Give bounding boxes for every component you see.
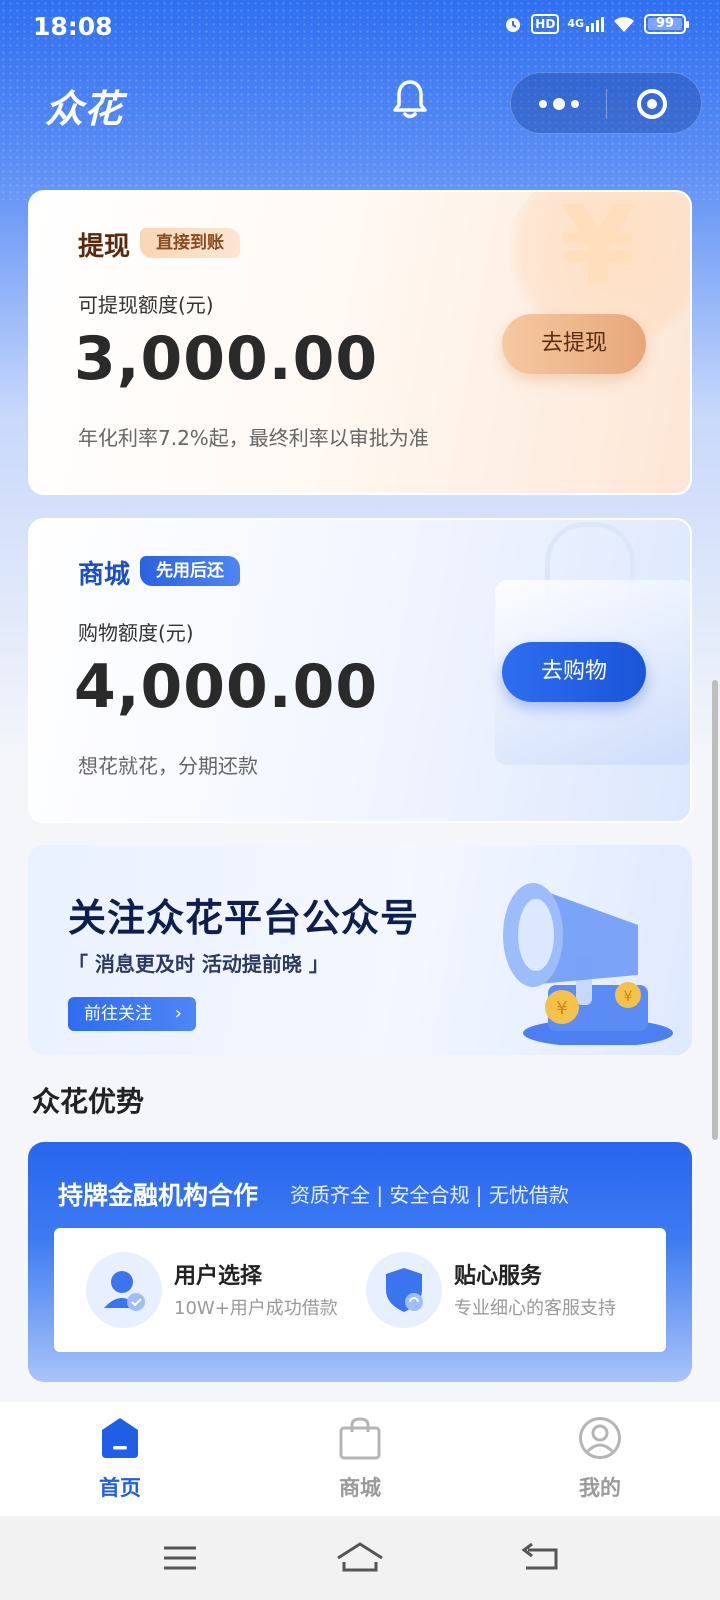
target-icon[interactable]	[637, 89, 667, 119]
mall-note: 想花就花，分期还款	[78, 754, 258, 778]
withdraw-limit-label: 可提现额度(元)	[78, 293, 214, 317]
page-scrollbar[interactable]	[712, 680, 718, 1140]
shopping-limit-label: 购物额度(元)	[78, 621, 194, 645]
shopping-bag-icon	[339, 1417, 381, 1460]
svg-text:¥: ¥	[556, 998, 567, 1019]
advantages-title: 持牌金融机构合作	[58, 1181, 259, 1210]
feature-title-service: 贴心服务	[454, 1264, 543, 1289]
hd-badge: HD	[531, 14, 560, 34]
user-check-icon	[86, 1252, 162, 1328]
app-logo: 众花	[45, 87, 124, 131]
battery-text: 99	[655, 16, 675, 31]
mall-card: 商城 先用后还 购物额度(元) 4,000.00 想花就花，分期还款 去购物	[28, 518, 692, 823]
tab-mall-label: 商城	[339, 1476, 381, 1500]
megaphone-icon: ¥ ¥	[503, 883, 673, 1045]
profile-icon	[579, 1417, 621, 1459]
mini-program-capsule	[510, 72, 702, 134]
shop-button[interactable]: 去购物	[502, 642, 646, 702]
chevron-right-icon: ›	[174, 1003, 182, 1024]
shopping-amount: 4,000.00	[74, 652, 379, 722]
banner-title: 关注众花平台公众号	[68, 896, 420, 940]
status-icons: HD 4G 99	[503, 14, 689, 34]
follow-banner[interactable]: 关注众花平台公众号 「 消息更及时 活动提前晓 」 前往关注 › ¥ ¥	[28, 845, 692, 1055]
withdraw-button[interactable]: 去提现	[502, 314, 646, 374]
feature-title-users: 用户选择	[174, 1264, 263, 1289]
advantages-subtitle: 资质齐全 | 安全合规 | 无忧借款	[290, 1183, 569, 1207]
mall-tag: 先用后还	[140, 556, 240, 586]
withdraw-tag: 直接到账	[140, 228, 240, 258]
system-navigation-bar	[0, 1516, 720, 1600]
advantages-card: 持牌金融机构合作 资质齐全 | 安全合规 | 无忧借款 用户选择 10W+用户成…	[28, 1142, 692, 1382]
tab-home[interactable]: 首页	[50, 1402, 190, 1516]
tab-mine-label: 我的	[579, 1476, 621, 1500]
alarm-icon	[506, 18, 521, 32]
back-icon[interactable]	[510, 1536, 570, 1580]
status-time: 18:08	[33, 12, 113, 41]
tab-mine[interactable]: 我的	[530, 1402, 670, 1516]
advantages-features: 用户选择 10W+用户成功借款 贴心服务 专业细心的客服支持	[54, 1228, 666, 1352]
yen-coin-icon: ¥	[560, 190, 637, 310]
battery-icon: 99	[644, 14, 689, 34]
bell-icon[interactable]	[392, 78, 428, 120]
menu-icon[interactable]	[150, 1536, 210, 1580]
withdraw-rate-note: 年化利率7.2%起，最终利率以审批为准	[78, 426, 429, 450]
mall-title: 商城	[78, 560, 131, 590]
feature-desc-service: 专业细心的客服支持	[454, 1298, 616, 1319]
capsule-divider	[606, 89, 607, 119]
follow-button-label: 前往关注	[84, 1004, 152, 1024]
home-icon	[102, 1418, 138, 1458]
svg-text:¥: ¥	[624, 989, 633, 1005]
withdraw-card: ¥ 提现 直接到账 可提现额度(元) 3,000.00 年化利率7.2%起，最终…	[28, 190, 692, 495]
advantages-section-title: 众花优势	[32, 1085, 145, 1118]
tab-home-label: 首页	[99, 1476, 141, 1500]
withdraw-amount: 3,000.00	[74, 324, 379, 394]
bottom-tab-bar: 首页 商城 我的	[0, 1402, 720, 1516]
tab-mall[interactable]: 商城	[290, 1402, 430, 1516]
shield-service-icon	[366, 1252, 442, 1328]
wifi-icon	[614, 17, 634, 32]
signal-icon: 4G	[567, 16, 604, 32]
follow-button[interactable]: 前往关注 ›	[68, 997, 196, 1031]
more-icon[interactable]	[539, 91, 599, 117]
withdraw-title: 提现	[78, 232, 131, 262]
home-nav-icon[interactable]	[330, 1536, 390, 1580]
banner-subtitle: 「 消息更及时 活动提前晓 」	[68, 952, 329, 976]
feature-desc-users: 10W+用户成功借款	[174, 1298, 338, 1319]
